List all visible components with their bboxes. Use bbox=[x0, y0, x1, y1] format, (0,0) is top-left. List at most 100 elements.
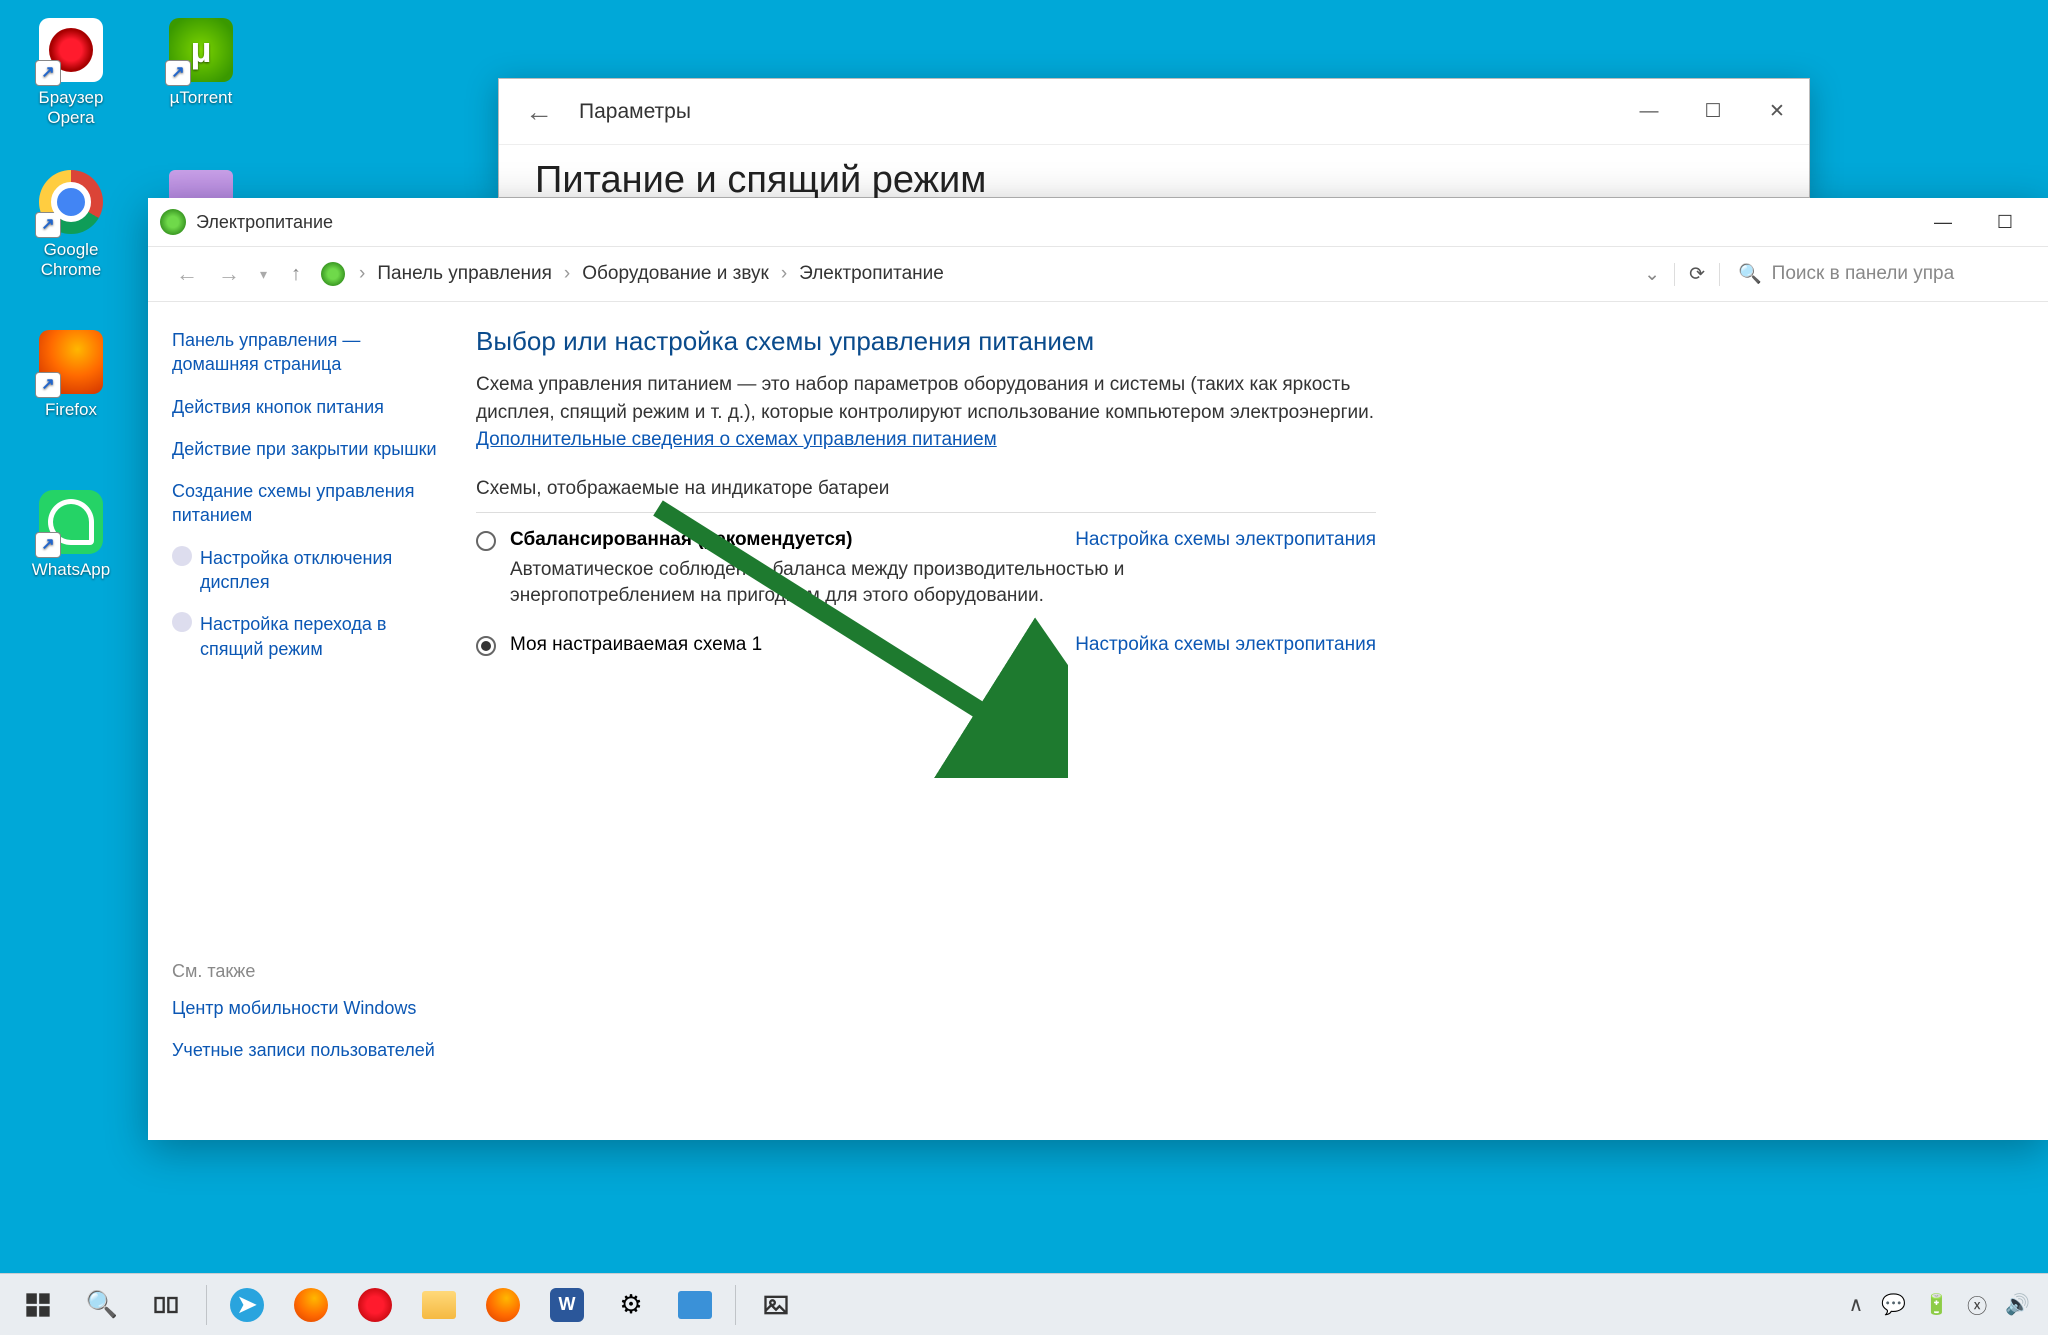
taskbar-app-settings[interactable]: ⚙ bbox=[601, 1278, 661, 1332]
plan-name: Моя настраиваемая схема 1 bbox=[510, 634, 762, 656]
tray-action-center-icon[interactable]: 💬 bbox=[1881, 1292, 1906, 1317]
desktop-icon-label: Google Chrome bbox=[16, 240, 126, 281]
sidebar-link-buttons[interactable]: Действия кнопок питания bbox=[172, 395, 444, 419]
shortcut-icon: ↗ bbox=[165, 60, 191, 86]
maximize-button[interactable]: ☐ bbox=[1681, 89, 1745, 135]
taskbar-app-firefox-2[interactable] bbox=[473, 1278, 533, 1332]
chevron-right-icon: › bbox=[351, 263, 373, 285]
tray-volume-icon[interactable]: 🔊 bbox=[2005, 1292, 2030, 1317]
whatsapp-icon: ↗ bbox=[39, 490, 103, 554]
chevron-right-icon: › bbox=[773, 263, 795, 285]
start-button[interactable] bbox=[8, 1278, 68, 1332]
desktop-icon-whatsapp[interactable]: ↗ WhatsApp bbox=[16, 490, 126, 580]
configure-plan-link[interactable]: Настройка схемы электропитания bbox=[1075, 634, 1376, 656]
sidebar-home-link[interactable]: Панель управления — домашняя страница bbox=[172, 328, 444, 377]
nav-recent-icon[interactable]: ▾ bbox=[250, 266, 277, 283]
sidebar-link-label: Настройка отключения дисплея bbox=[200, 546, 444, 595]
configure-plan-link[interactable]: Настройка схемы электропитания bbox=[1075, 529, 1376, 551]
shortcut-icon: ↗ bbox=[35, 532, 61, 558]
tray-battery-icon[interactable]: 🔋 bbox=[1924, 1292, 1949, 1317]
taskbar-app-explorer[interactable] bbox=[409, 1278, 469, 1332]
taskbar-app-firefox[interactable] bbox=[281, 1278, 341, 1332]
page-description: Схема управления питанием — это набор па… bbox=[476, 374, 1374, 423]
plan-description: Автоматическое соблюдение баланса между … bbox=[510, 557, 1290, 610]
display-icon bbox=[172, 546, 192, 566]
shortcut-icon: ↗ bbox=[35, 212, 61, 238]
radio-checked-icon[interactable] bbox=[476, 636, 496, 656]
see-also-label: См. также bbox=[172, 961, 444, 982]
sidebar-link-sleep[interactable]: Настройка перехода в спящий режим bbox=[172, 612, 444, 661]
desktop-icon-label: Браузер Opera bbox=[16, 88, 126, 129]
sidebar-link-label: Настройка перехода в спящий режим bbox=[200, 612, 444, 661]
sidebar-link-display-off[interactable]: Настройка отключения дисплея bbox=[172, 546, 444, 595]
settings-window: ← Параметры — ☐ ✕ Питание и спящий режим bbox=[498, 78, 1810, 198]
page-heading: Выбор или настройка схемы управления пит… bbox=[476, 326, 2008, 357]
back-button[interactable]: ← bbox=[499, 96, 579, 128]
plan-name: Сбалансированная (рекомендуется) bbox=[510, 529, 852, 551]
task-view-button[interactable] bbox=[136, 1278, 196, 1332]
breadcrumb-root[interactable]: Панель управления bbox=[373, 263, 556, 285]
close-button[interactable]: ✕ bbox=[1745, 89, 1809, 135]
plans-subheading: Схемы, отображаемые на индикаторе батаре… bbox=[476, 478, 2008, 500]
taskbar-app-opera[interactable] bbox=[345, 1278, 405, 1332]
breadcrumb-leaf[interactable]: Электропитание bbox=[795, 263, 948, 285]
see-also-accounts[interactable]: Учетные записи пользователей bbox=[172, 1038, 444, 1062]
taskbar-divider bbox=[735, 1285, 736, 1325]
shortcut-icon: ↗ bbox=[35, 60, 61, 86]
nav-back-icon[interactable]: ← bbox=[166, 261, 208, 287]
address-dropdown-icon[interactable]: ⌄ bbox=[1630, 263, 1674, 286]
power-plan-balanced[interactable]: Сбалансированная (рекомендуется) Настрой… bbox=[476, 523, 1376, 557]
taskbar-app-control-panel[interactable] bbox=[665, 1278, 725, 1332]
radio-unchecked-icon[interactable] bbox=[476, 531, 496, 551]
nav-up-icon[interactable]: ↑ bbox=[277, 263, 315, 286]
maximize-button[interactable]: ☐ bbox=[1974, 201, 2036, 243]
taskbar-divider bbox=[206, 1285, 207, 1325]
power-plan-custom[interactable]: Моя настраиваемая схема 1 Настройка схем… bbox=[476, 628, 1376, 662]
breadcrumb-mid[interactable]: Оборудование и звук bbox=[578, 263, 773, 285]
search-icon: 🔍 bbox=[1738, 262, 1762, 286]
chrome-icon: ↗ bbox=[39, 170, 103, 234]
divider bbox=[476, 512, 1376, 513]
power-options-window: Электропитание — ☐ ← → ▾ ↑ › Панель упра… bbox=[148, 198, 2048, 1140]
desktop-icon-firefox[interactable]: ↗ Firefox bbox=[16, 330, 126, 420]
learn-more-link[interactable]: Дополнительные сведения о схемах управле… bbox=[476, 429, 997, 450]
desktop-icon-label: µTorrent bbox=[146, 88, 256, 108]
desktop-icon-chrome[interactable]: ↗ Google Chrome bbox=[16, 170, 126, 281]
opera-icon: ↗ bbox=[39, 18, 103, 82]
system-tray: ∧ 💬 🔋 ⓧ 🔊 bbox=[1849, 1290, 2040, 1319]
taskbar-app-photos[interactable] bbox=[746, 1278, 806, 1332]
minimize-button[interactable]: — bbox=[1617, 89, 1681, 135]
utorrent-icon: µ↗ bbox=[169, 18, 233, 82]
tray-network-icon[interactable]: ⓧ bbox=[1967, 1290, 1987, 1319]
chevron-right-icon: › bbox=[556, 263, 578, 285]
search-placeholder: Поиск в панели упра bbox=[1772, 263, 1955, 285]
taskbar-app-word[interactable]: W bbox=[537, 1278, 597, 1332]
firefox-icon: ↗ bbox=[39, 330, 103, 394]
desktop-icon-label: WhatsApp bbox=[16, 560, 126, 580]
settings-titlebar[interactable]: ← Параметры — ☐ ✕ bbox=[499, 79, 1809, 145]
power-icon bbox=[160, 209, 186, 235]
shortcut-icon: ↗ bbox=[35, 372, 61, 398]
nav-toolbar: ← → ▾ ↑ › Панель управления › Оборудован… bbox=[148, 246, 2048, 302]
taskbar-app-telegram[interactable]: ➤ bbox=[217, 1278, 277, 1332]
tray-overflow-icon[interactable]: ∧ bbox=[1849, 1292, 1864, 1317]
breadcrumb-icon bbox=[321, 262, 345, 286]
minimize-button[interactable]: — bbox=[1912, 201, 1974, 243]
moon-icon bbox=[172, 612, 192, 632]
settings-title: Параметры bbox=[579, 100, 1617, 124]
nav-forward-icon[interactable]: → bbox=[208, 261, 250, 287]
sidebar: Панель управления — домашняя страница Де… bbox=[148, 302, 468, 1140]
desktop-icon-opera[interactable]: ↗ Браузер Opera bbox=[16, 18, 126, 129]
taskbar: 🔍 ➤ W ⚙ ∧ 💬 🔋 ⓧ 🔊 bbox=[0, 1273, 2048, 1335]
power-titlebar[interactable]: Электропитание — ☐ bbox=[148, 198, 2048, 246]
search-button[interactable]: 🔍 bbox=[72, 1278, 132, 1332]
see-also-mobility[interactable]: Центр мобильности Windows bbox=[172, 996, 444, 1020]
sidebar-link-create-plan[interactable]: Создание схемы управления питанием bbox=[172, 479, 444, 528]
refresh-icon[interactable]: ⟳ bbox=[1674, 263, 1720, 286]
desktop-icon-label: Firefox bbox=[16, 400, 126, 420]
power-window-title: Электропитание bbox=[196, 212, 1912, 233]
search-box[interactable]: 🔍 Поиск в панели упра bbox=[1720, 262, 2030, 286]
sidebar-link-lid[interactable]: Действие при закрытии крышки bbox=[172, 437, 444, 461]
main-content: Выбор или настройка схемы управления пит… bbox=[468, 302, 2048, 1140]
desktop-icon-utorrent[interactable]: µ↗ µTorrent bbox=[146, 18, 256, 108]
